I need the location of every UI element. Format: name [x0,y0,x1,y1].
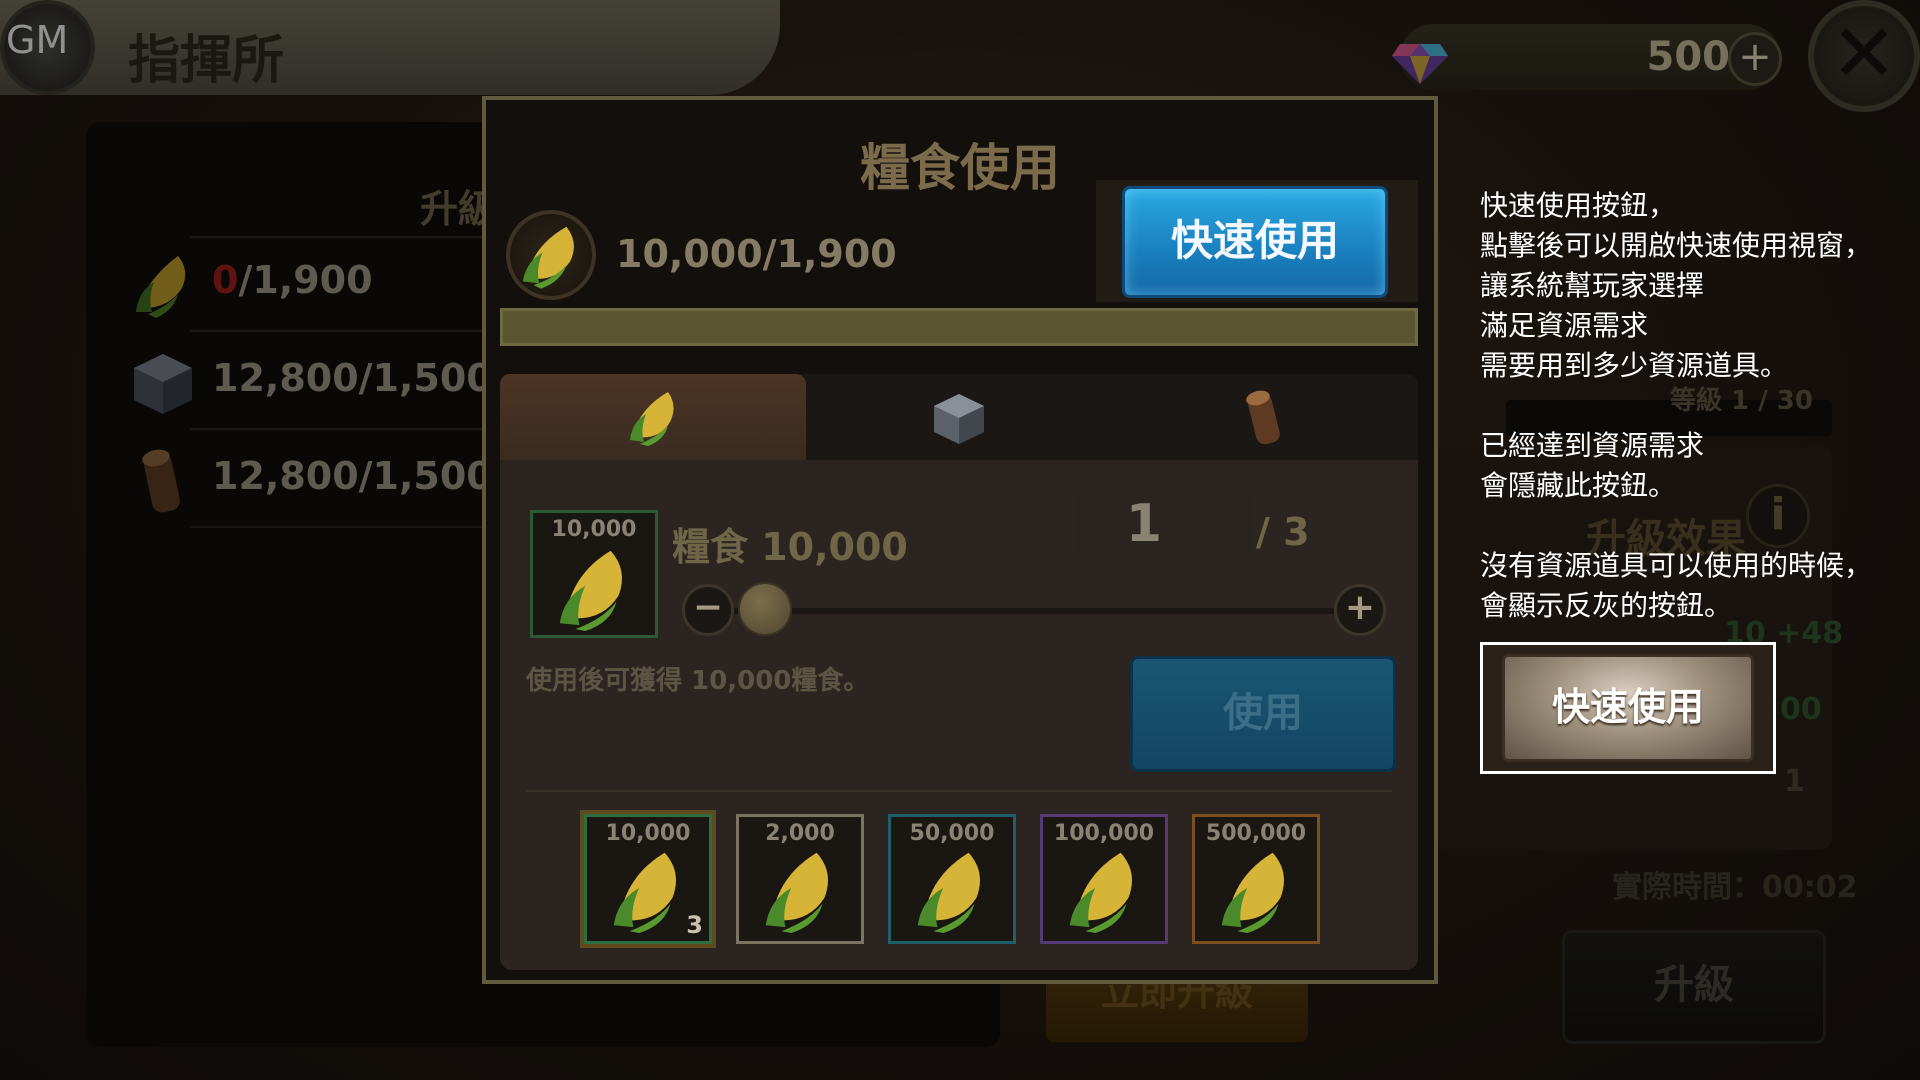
corn-icon [630,392,674,446]
increase-button[interactable]: + [1334,584,1386,636]
grayed-quick-use-button: 快速使用 [1502,654,1754,762]
corn-icon [1069,852,1132,934]
selected-item-slot: 10,000 [530,510,658,638]
divider [526,790,1392,792]
item-description: 使用後可獲得 10,000糧食。 [526,666,870,696]
tutorial-annotation: 快速使用按鈕， 點擊後可以開啟快速使用視窗， 讓系統幫玩家選擇 滿足資源需求 需… [1480,186,1910,626]
quantity-slider-handle[interactable] [738,582,792,636]
quantity-value: 1 [1125,494,1163,554]
item-card-50000[interactable]: 50,000 [888,814,1016,944]
resource-tabs [500,374,1418,460]
resource-icon-frame [506,210,596,300]
decrease-button[interactable]: − [682,584,734,636]
corn-icon [765,852,828,934]
resource-count: 10,000/1,900 [616,232,897,276]
tutorial-line: 沒有資源道具可以使用的時候， [1480,549,1873,582]
tab-food[interactable] [500,374,806,460]
quantity-slider-track[interactable] [732,608,1336,614]
tab-wood[interactable] [1112,374,1418,460]
item-list: 10,000 3 2,000 50,000 100,000 500,000 [584,814,1344,948]
corn-icon [522,226,574,289]
tutorial-line: 已經達到資源需求 [1480,429,1705,462]
tutorial-line: 點擊後可以開啟快速使用視窗， [1480,229,1873,262]
corn-icon [559,550,622,632]
wood-icon [1246,390,1280,445]
tab-stone[interactable] [806,374,1112,460]
item-card-2000[interactable]: 2,000 [736,814,864,944]
use-button[interactable]: 使用 [1130,656,1396,772]
corn-icon [1221,852,1284,934]
corn-icon [917,852,980,934]
tutorial-line: 會顯示反灰的按鈕。 [1480,589,1733,622]
tutorial-line: 讓系統幫玩家選擇 [1480,269,1705,302]
tutorial-line: 滿足資源需求 [1480,309,1649,342]
tutorial-line: 快速使用按鈕， [1480,189,1677,222]
item-name: 糧食 10,000 [672,525,908,569]
quick-use-button[interactable]: 快速使用 [1122,186,1388,298]
stone-icon [934,394,984,444]
item-card-10000[interactable]: 10,000 3 [584,814,712,944]
item-content: 10,000 糧食 10,000 1 / 3 − + 使用後可獲得 10,000… [500,460,1418,970]
item-card-100000[interactable]: 100,000 [1040,814,1168,944]
item-count: 3 [686,911,703,939]
tutorial-line: 會隱藏此按鈕。 [1480,469,1677,502]
corn-icon [613,852,676,934]
resource-progress-bar [500,308,1418,346]
item-card-500000[interactable]: 500,000 [1192,814,1320,944]
tutorial-line: 需要用到多少資源道具。 [1480,349,1789,382]
food-use-modal: 糧食使用 10,000/1,900 快速使用 10,000 糧食 10,000 … [482,96,1438,984]
quantity-max: / 3 [1256,510,1310,554]
